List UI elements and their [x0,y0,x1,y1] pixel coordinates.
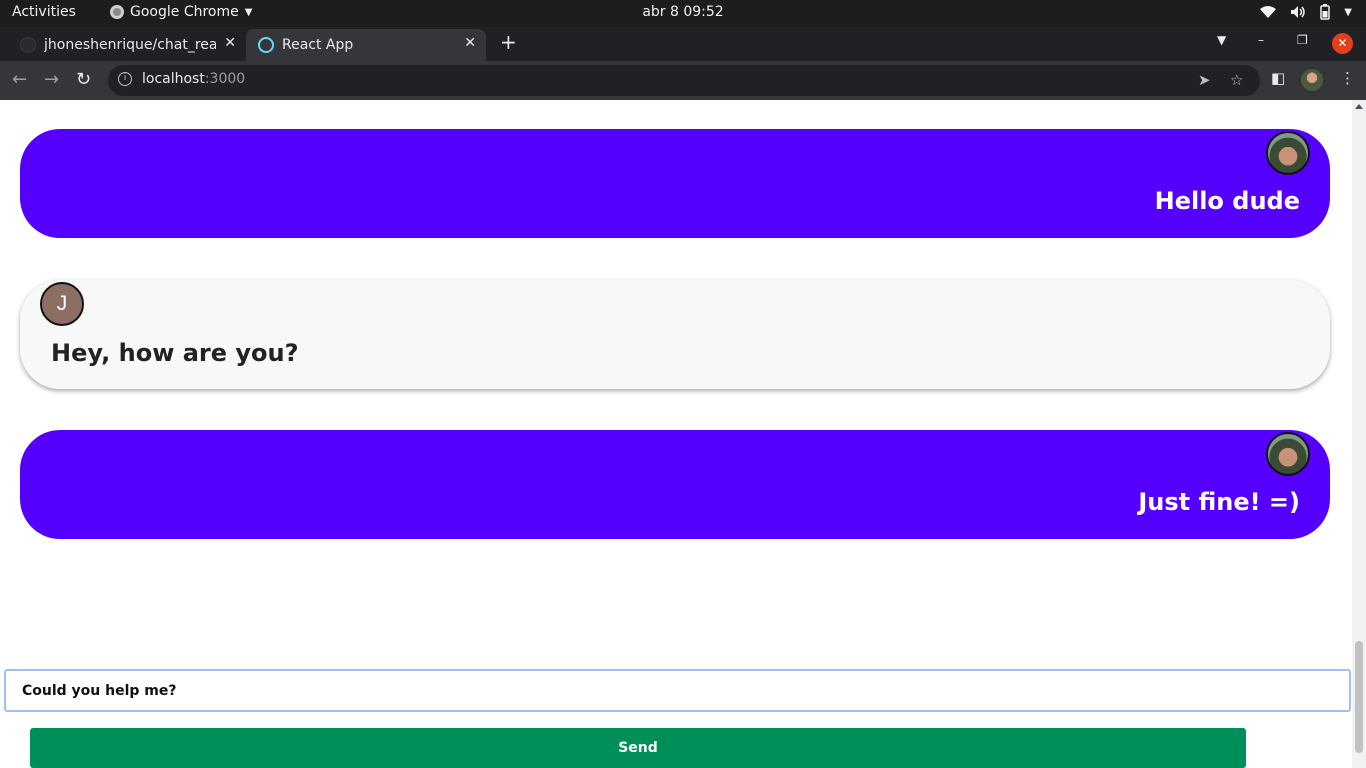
send-button[interactable]: Send [30,728,1246,768]
message-input[interactable] [4,669,1351,712]
restore-icon[interactable]: ❐ [1297,33,1308,47]
send-tab-icon[interactable]: ➤ [1198,71,1211,89]
user-avatar: J [40,282,84,326]
side-panel-icon[interactable]: ◧ [1271,69,1285,87]
os-top-bar: Activities Google Chrome ▼ abr 8 09:52 ▼ [0,0,1366,27]
wifi-icon [1260,6,1277,18]
close-tab-icon[interactable]: ✕ [464,35,476,51]
browser-toolbar: ← → ↻ i localhost:3000 ➤ ☆ [0,61,1366,100]
tab-title: jhoneshenrique/chat_react [44,37,216,53]
github-icon [20,37,36,53]
message-text: Just fine! =) [1138,488,1300,516]
chevron-down-icon: ▼ [1344,6,1352,18]
battery-icon [1320,4,1331,20]
message-bubble-own: Hello dude [20,129,1330,238]
tab-github[interactable]: jhoneshenrique/chat_react ✕ [0,29,246,61]
more-icon[interactable]: ⋮ [1340,69,1355,87]
info-icon[interactable]: i [118,72,132,86]
scroll-up-icon[interactable] [1355,104,1363,109]
page-scrollbar[interactable] [1352,100,1366,768]
close-window-icon[interactable]: ✕ [1332,33,1353,54]
minimize-icon[interactable]: – [1258,33,1264,47]
react-icon [258,37,274,53]
message-bubble-own: Just fine! =) [20,430,1330,539]
user-avatar [1266,131,1310,175]
forward-icon[interactable]: → [44,69,59,90]
url-text[interactable]: localhost:3000 [142,71,245,87]
scrollbar-thumb[interactable] [1355,641,1363,753]
clock[interactable]: abr 8 09:52 [0,4,1366,20]
volume-icon [1291,6,1306,18]
system-status[interactable]: ▼ [1260,4,1352,20]
tab-search-icon[interactable]: ▼ [1217,33,1226,47]
message-bubble-other: J Hey, how are you? [20,280,1330,389]
chat-page: Hello dude J Hey, how are you? Just fine… [0,100,1366,768]
star-icon[interactable]: ☆ [1230,71,1243,89]
tab-title: React App [282,37,354,53]
address-bar[interactable]: i localhost:3000 ➤ ☆ [108,65,1260,96]
profile-avatar[interactable] [1301,69,1323,91]
tab-strip: jhoneshenrique/chat_react ✕ React App ✕ … [0,27,1366,61]
reload-icon[interactable]: ↻ [76,69,91,90]
close-tab-icon[interactable]: ✕ [224,35,236,51]
tab-react-app[interactable]: React App ✕ [246,29,486,61]
back-icon[interactable]: ← [12,69,27,90]
message-text: Hey, how are you? [51,339,299,367]
new-tab-icon[interactable]: + [500,30,517,54]
message-text: Hello dude [1154,187,1300,215]
user-avatar [1266,432,1310,476]
